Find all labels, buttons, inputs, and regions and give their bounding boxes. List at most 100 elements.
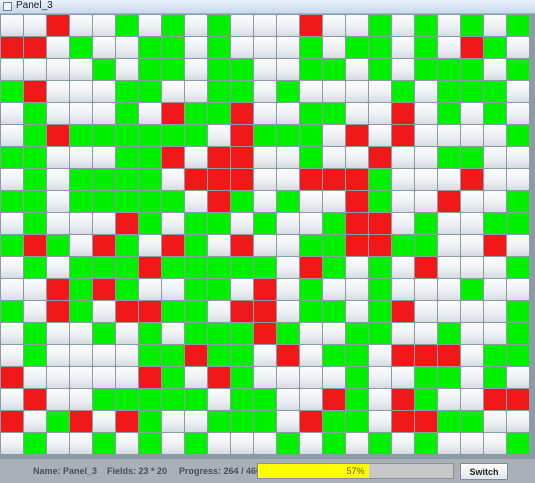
grid-cell-green[interactable]	[277, 433, 299, 454]
grid-cell-green[interactable]	[139, 389, 161, 410]
grid-cell-white[interactable]	[1, 389, 23, 410]
grid-cell-white[interactable]	[1, 279, 23, 300]
grid-cell-green[interactable]	[369, 257, 391, 278]
grid-cell-green[interactable]	[24, 323, 46, 344]
grid-cell-white[interactable]	[392, 37, 414, 58]
grid-cell-green[interactable]	[93, 389, 115, 410]
grid-cell-white[interactable]	[277, 279, 299, 300]
grid-cell-white[interactable]	[139, 235, 161, 256]
grid-cell-white[interactable]	[208, 389, 230, 410]
grid-cell-white[interactable]	[323, 81, 345, 102]
grid-cell-white[interactable]	[369, 389, 391, 410]
grid-cell-green[interactable]	[507, 301, 529, 322]
grid-cell-white[interactable]	[277, 37, 299, 58]
grid-cell-red[interactable]	[47, 279, 69, 300]
grid-cell-green[interactable]	[185, 257, 207, 278]
grid-cell-green[interactable]	[208, 81, 230, 102]
grid-cell-green[interactable]	[70, 301, 92, 322]
grid-cell-white[interactable]	[139, 279, 161, 300]
grid-cell-white[interactable]	[484, 279, 506, 300]
grid-cell-white[interactable]	[461, 235, 483, 256]
grid-cell-green[interactable]	[461, 411, 483, 432]
grid-cell-green[interactable]	[231, 389, 253, 410]
grid-cell-red[interactable]	[392, 345, 414, 366]
grid-cell-green[interactable]	[208, 37, 230, 58]
grid-cell-green[interactable]	[346, 367, 368, 388]
grid-cell-red[interactable]	[231, 125, 253, 146]
grid-cell-red[interactable]	[461, 37, 483, 58]
grid-cell-red[interactable]	[185, 169, 207, 190]
grid-cell-green[interactable]	[47, 411, 69, 432]
grid-cell-white[interactable]	[507, 235, 529, 256]
grid-cell-white[interactable]	[208, 125, 230, 146]
grid-cell-white[interactable]	[1, 15, 23, 36]
grid-cell-green[interactable]	[116, 147, 138, 168]
grid-cell-red[interactable]	[116, 213, 138, 234]
grid-cell-red[interactable]	[139, 301, 161, 322]
grid-cell-white[interactable]	[70, 15, 92, 36]
grid-cell-green[interactable]	[185, 235, 207, 256]
switch-button[interactable]: Switch	[460, 463, 508, 480]
grid-cell-white[interactable]	[323, 279, 345, 300]
grid-cell-green[interactable]	[277, 191, 299, 212]
grid-cell-white[interactable]	[415, 125, 437, 146]
grid-cell-white[interactable]	[277, 59, 299, 80]
grid-cell-red[interactable]	[392, 125, 414, 146]
grid-cell-green[interactable]	[484, 213, 506, 234]
grid-cell-white[interactable]	[415, 191, 437, 212]
grid-cell-green[interactable]	[507, 125, 529, 146]
grid-cell-green[interactable]	[392, 81, 414, 102]
grid-cell-green[interactable]	[162, 257, 184, 278]
grid-cell-red[interactable]	[70, 411, 92, 432]
grid-cell-green[interactable]	[139, 323, 161, 344]
grid-cell-white[interactable]	[24, 411, 46, 432]
grid-cell-white[interactable]	[323, 323, 345, 344]
grid-cell-white[interactable]	[392, 147, 414, 168]
grid-cell-white[interactable]	[47, 367, 69, 388]
grid-cell-red[interactable]	[415, 257, 437, 278]
grid-cell-red[interactable]	[162, 235, 184, 256]
grid-cell-red[interactable]	[24, 81, 46, 102]
grid-cell-white[interactable]	[277, 15, 299, 36]
grid-cell-white[interactable]	[484, 257, 506, 278]
grid-cell-green[interactable]	[323, 213, 345, 234]
grid-cell-green[interactable]	[139, 213, 161, 234]
grid-cell-white[interactable]	[300, 433, 322, 454]
grid-cell-white[interactable]	[438, 15, 460, 36]
grid-cell-white[interactable]	[70, 389, 92, 410]
grid-cell-white[interactable]	[185, 37, 207, 58]
grid-cell-green[interactable]	[1, 191, 23, 212]
grid-cell-red[interactable]	[231, 235, 253, 256]
grid-cell-green[interactable]	[369, 301, 391, 322]
grid-cell-red[interactable]	[507, 389, 529, 410]
grid-cell-green[interactable]	[277, 81, 299, 102]
grid-cell-white[interactable]	[70, 367, 92, 388]
grid-cell-green[interactable]	[231, 367, 253, 388]
grid-cell-red[interactable]	[208, 191, 230, 212]
grid-cell-green[interactable]	[93, 59, 115, 80]
grid-cell-red[interactable]	[392, 411, 414, 432]
grid-cell-green[interactable]	[438, 59, 460, 80]
grid-cell-white[interactable]	[392, 169, 414, 190]
grid-cell-green[interactable]	[507, 257, 529, 278]
grid-cell-white[interactable]	[70, 147, 92, 168]
grid-cell-white[interactable]	[277, 411, 299, 432]
grid-cell-green[interactable]	[139, 433, 161, 454]
grid-cell-white[interactable]	[507, 37, 529, 58]
grid-cell-green[interactable]	[185, 213, 207, 234]
grid-cell-green[interactable]	[461, 15, 483, 36]
grid-cell-red[interactable]	[346, 169, 368, 190]
grid-cell-red[interactable]	[392, 301, 414, 322]
grid-cell-green[interactable]	[139, 147, 161, 168]
grid-cell-green[interactable]	[162, 367, 184, 388]
grid-cell-white[interactable]	[300, 323, 322, 344]
grid-cell-white[interactable]	[277, 235, 299, 256]
grid-cell-red[interactable]	[323, 389, 345, 410]
grid-cell-red[interactable]	[208, 367, 230, 388]
grid-cell-green[interactable]	[116, 389, 138, 410]
grid-cell-white[interactable]	[392, 323, 414, 344]
grid-cell-white[interactable]	[461, 389, 483, 410]
grid-cell-white[interactable]	[438, 257, 460, 278]
grid-cell-white[interactable]	[300, 345, 322, 366]
grid-cell-green[interactable]	[93, 125, 115, 146]
